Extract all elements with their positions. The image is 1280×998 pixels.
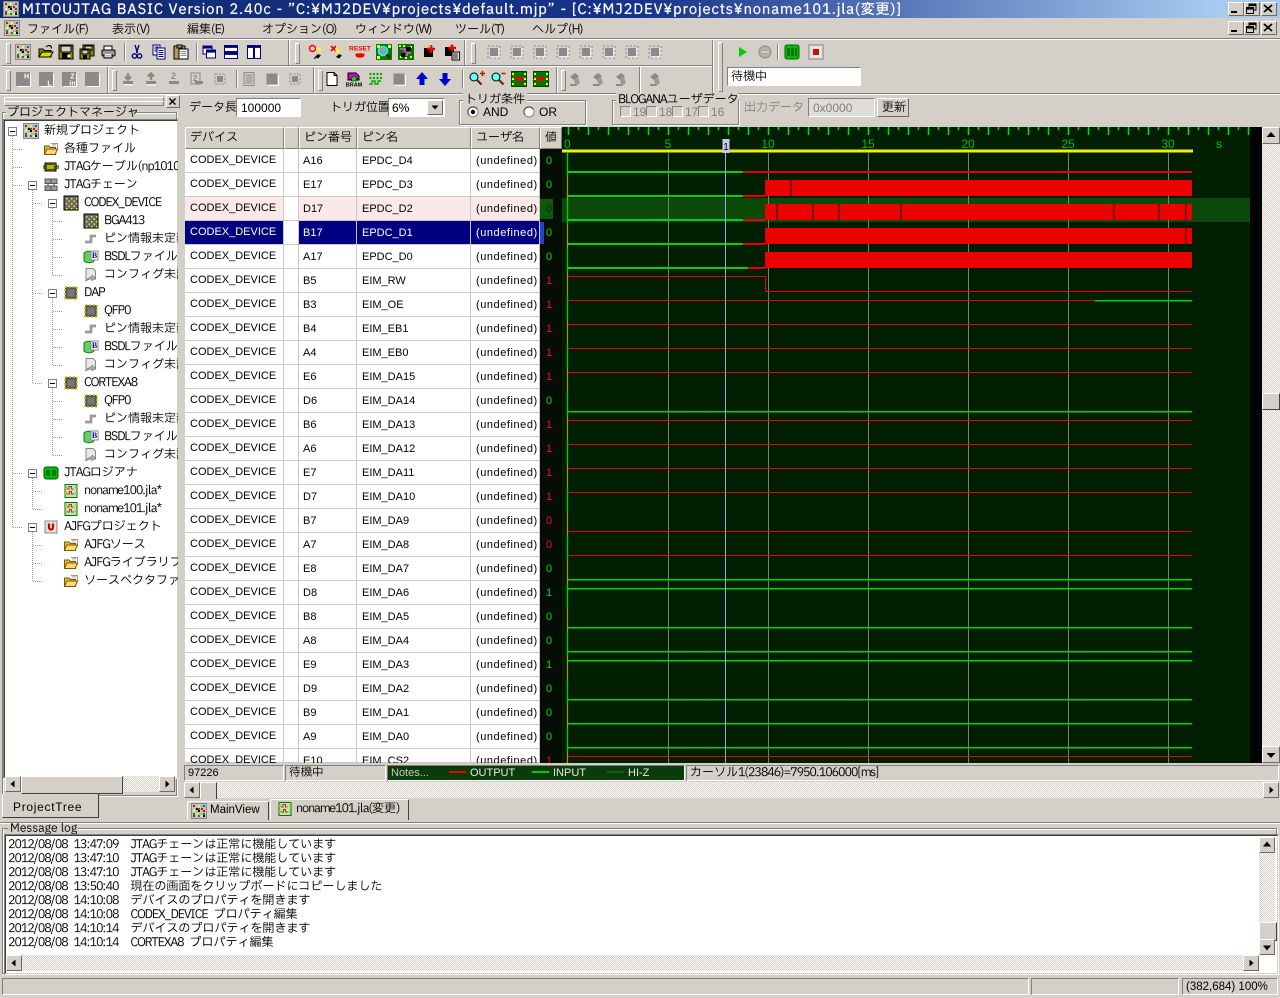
svg-text:0: 0 — [564, 137, 571, 151]
svg-text:2: 2 — [171, 71, 176, 81]
svg-text:in: in — [69, 81, 75, 88]
svg-text:5: 5 — [665, 137, 672, 151]
svg-text:Z: Z — [70, 74, 75, 81]
svg-text:30: 30 — [1161, 137, 1175, 151]
svg-text:B: B — [92, 431, 98, 440]
svg-text:BRAM: BRAM — [346, 83, 363, 89]
svg-text:s: s — [1216, 137, 1222, 151]
svg-text:1: 1 — [723, 142, 729, 153]
svg-text:B: B — [92, 341, 98, 350]
svg-text:20: 20 — [961, 137, 975, 151]
svg-text:H: H — [24, 74, 29, 81]
svg-text:RESET: RESET — [349, 46, 371, 53]
svg-text:L: L — [47, 81, 52, 88]
svg-text:25: 25 — [1061, 137, 1075, 151]
svg-text:10: 10 — [761, 137, 775, 151]
svg-text:15: 15 — [861, 137, 875, 151]
svg-text:B: B — [92, 251, 98, 260]
